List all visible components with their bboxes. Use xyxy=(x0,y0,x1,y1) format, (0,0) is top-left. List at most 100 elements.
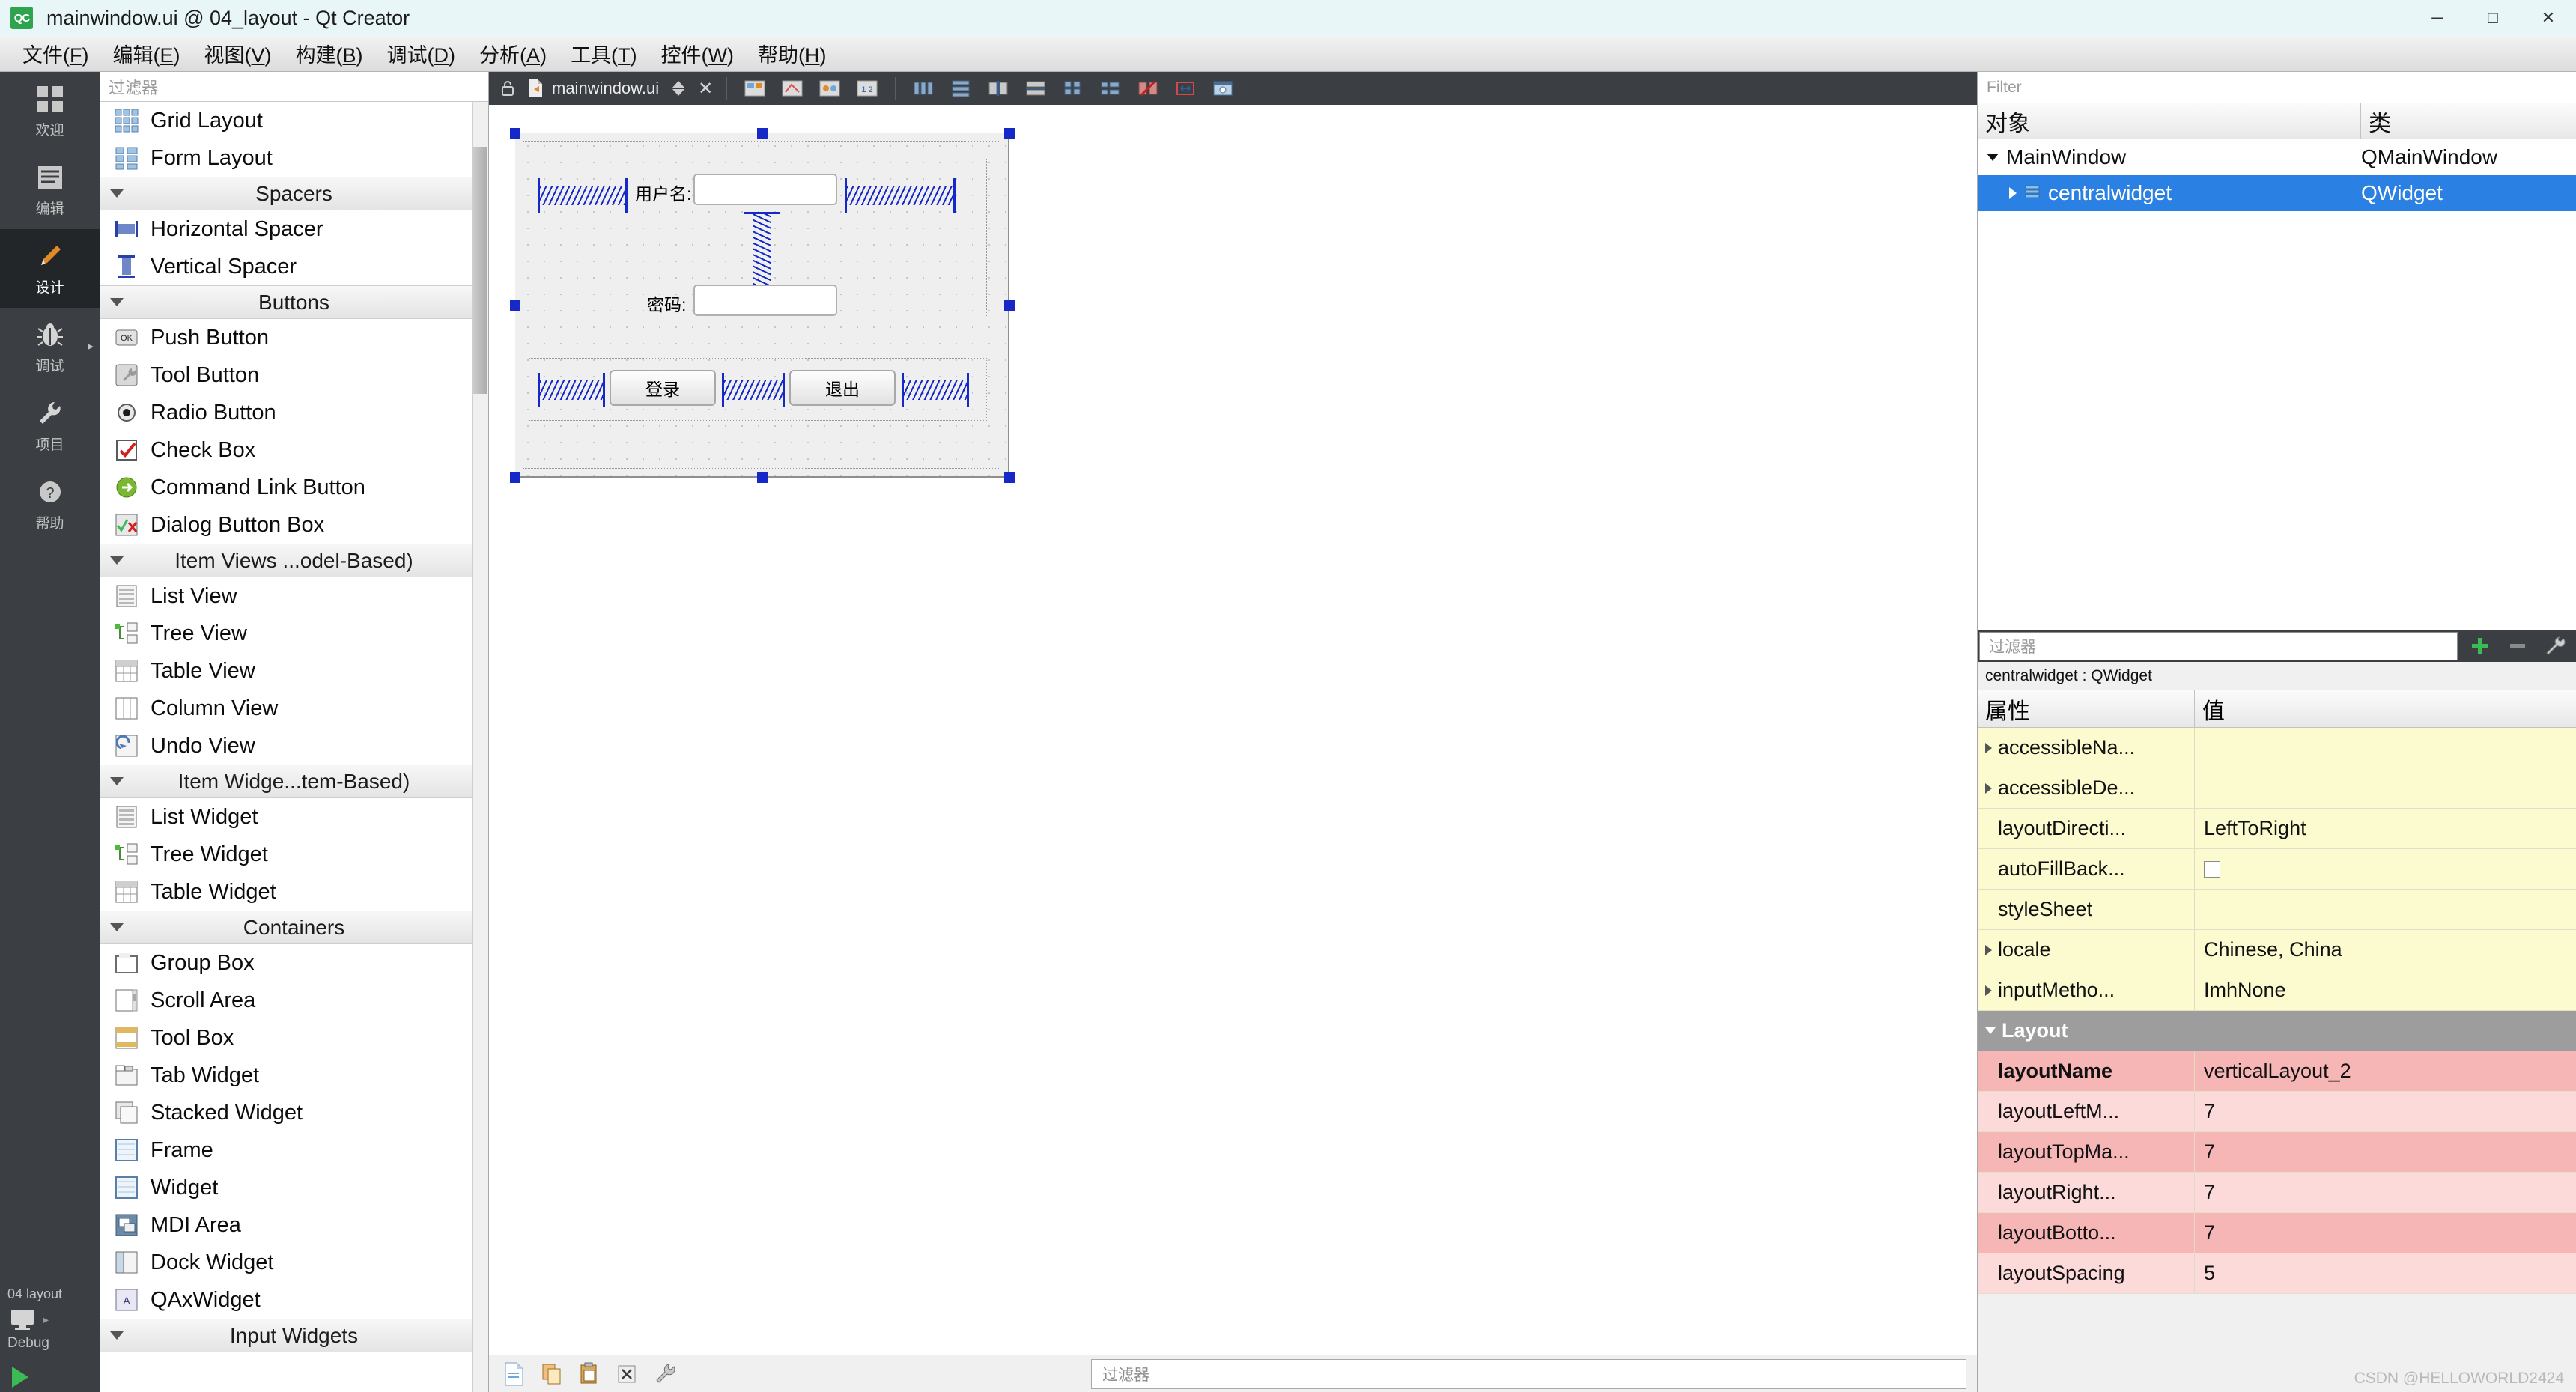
property-row-layoutdirecti[interactable]: layoutDirecti... LeftToRight xyxy=(1978,809,2576,849)
menu-widgets[interactable]: 控件(W) xyxy=(649,37,746,70)
property-row-inputmetho[interactable]: inputMetho... ImhNone xyxy=(1978,970,2576,1011)
new-file-icon[interactable] xyxy=(499,1360,529,1388)
break-layout-icon[interactable] xyxy=(1134,76,1162,101)
widget-item-grid-layout[interactable]: Grid Layout xyxy=(100,102,488,139)
widget-item-tab-widget[interactable]: Tab Widget xyxy=(100,1057,488,1094)
password-input[interactable] xyxy=(693,285,837,316)
layout-vertical-icon[interactable] xyxy=(947,76,975,101)
object-row-centralwidget[interactable]: centralwidget QWidget xyxy=(1978,175,2576,211)
widget-item-group-box[interactable]: Group Box xyxy=(100,944,488,982)
autofill-checkbox[interactable] xyxy=(2204,860,2220,878)
widget-item-radio-button[interactable]: Radio Button xyxy=(100,394,488,431)
widget-item-dialog-button-box[interactable]: Dialog Button Box xyxy=(100,506,488,544)
menu-debug[interactable]: 调试(D) xyxy=(375,37,468,70)
menu-build[interactable]: 构建(B) xyxy=(284,37,375,70)
widget-item-scroll-area[interactable]: Scroll Area xyxy=(100,982,488,1019)
edit-tab-order-icon[interactable]: 1 2 xyxy=(853,76,881,101)
maximize-button[interactable]: □ xyxy=(2465,0,2521,36)
expand-collapse-icon[interactable] xyxy=(1987,154,1999,161)
property-row-layoutspacing[interactable]: layoutSpacing 5 xyxy=(1978,1253,2576,1294)
property-editor-rows[interactable]: accessibleNa... accessibleDe... layoutDire… xyxy=(1978,728,2576,1392)
resize-handle-middle-left[interactable] xyxy=(510,300,520,311)
widget-item-table-view[interactable]: Table View xyxy=(100,652,488,690)
vertical-spacer[interactable] xyxy=(744,212,780,287)
lock-icon[interactable] xyxy=(498,79,517,98)
mode-projects[interactable]: 项目 xyxy=(0,386,100,465)
designer-filter-input[interactable]: 过滤器 xyxy=(1091,1358,1966,1389)
paste-icon[interactable] xyxy=(574,1360,604,1388)
widget-item-column-view[interactable]: Column View xyxy=(100,690,488,727)
column-header-object[interactable]: 对象 xyxy=(1978,103,2361,139)
widget-item-command-link-button[interactable]: Command Link Button xyxy=(100,469,488,506)
run-button-icon[interactable] xyxy=(12,1367,28,1388)
widget-item-horizontal-spacer[interactable]: Horizontal Spacer xyxy=(100,210,488,248)
horizontal-spacer-middle-buttons[interactable] xyxy=(722,373,785,407)
property-row-layouttopma[interactable]: layoutTopMa... 7 xyxy=(1978,1132,2576,1173)
menu-edit[interactable]: 编辑(E) xyxy=(101,37,192,70)
widget-group-input-widgets[interactable]: Input Widgets xyxy=(100,1319,488,1352)
property-group-layout[interactable]: Layout xyxy=(1978,1011,2576,1051)
resize-handle-bottom-left[interactable] xyxy=(510,472,520,483)
menu-view[interactable]: 视图(V) xyxy=(192,37,284,70)
expand-collapse-icon[interactable] xyxy=(1985,782,1992,794)
widget-item-tool-button[interactable]: Tool Button xyxy=(100,356,488,394)
preview-icon[interactable] xyxy=(1209,76,1237,101)
menu-analyze[interactable]: 分析(A) xyxy=(467,37,559,70)
widget-item-mdi-area[interactable]: MDI Area xyxy=(100,1206,488,1244)
mode-welcome[interactable]: 欢迎 xyxy=(0,72,100,151)
widget-item-qaxwidget[interactable]: A QAxWidget xyxy=(100,1281,488,1319)
widget-box-scrollbar[interactable] xyxy=(472,102,488,1392)
adjust-size-icon[interactable] xyxy=(1171,76,1200,101)
column-header-value[interactable]: 值 xyxy=(2195,690,2576,727)
horizontal-spacer-right-username[interactable] xyxy=(845,178,956,213)
scrollbar-thumb[interactable] xyxy=(473,147,487,394)
menu-tools[interactable]: 工具(T) xyxy=(559,37,649,70)
username-input[interactable] xyxy=(693,174,837,205)
widget-box-list[interactable]: Grid Layout Form Layout Spacers Horizontal … xyxy=(100,102,488,1392)
resize-handle-top-center[interactable] xyxy=(757,128,768,139)
password-label[interactable]: 密码: xyxy=(647,291,686,316)
username-label[interactable]: 用户名: xyxy=(635,180,691,205)
resize-handle-middle-right[interactable] xyxy=(1004,300,1015,311)
editor-close-icon[interactable]: ✕ xyxy=(698,78,713,100)
property-row-accessiblena[interactable]: accessibleNa... xyxy=(1978,728,2576,768)
widget-group-buttons[interactable]: Buttons xyxy=(100,285,488,319)
property-row-layoutright[interactable]: layoutRight... 7 xyxy=(1978,1173,2576,1213)
expand-collapse-icon[interactable] xyxy=(1985,742,1992,753)
editor-file-tab[interactable]: mainwindow.ui xyxy=(526,79,659,98)
add-icon[interactable] xyxy=(2465,632,2495,660)
property-filter-input[interactable]: 过滤器 xyxy=(1979,632,2458,660)
object-inspector-filter[interactable]: Filter xyxy=(1978,72,2576,103)
remove-icon[interactable] xyxy=(2503,632,2533,660)
widget-box-filter[interactable]: 过滤器 xyxy=(100,72,488,102)
horizontal-spacer-left-buttons[interactable] xyxy=(538,373,605,407)
build-icon[interactable] xyxy=(649,1360,679,1388)
horizontal-spacer-right-buttons[interactable] xyxy=(902,373,969,407)
widget-item-check-box[interactable]: Check Box xyxy=(100,431,488,469)
main-window-form[interactable]: 用户名: 密码: 登录 退出 xyxy=(515,133,1009,478)
mode-debug[interactable]: ▸ 调试 xyxy=(0,308,100,386)
mode-design[interactable]: 设计 xyxy=(0,229,100,308)
widget-item-dock-widget[interactable]: Dock Widget xyxy=(100,1244,488,1281)
column-header-property[interactable]: 属性 xyxy=(1978,690,2195,727)
expand-collapse-icon[interactable] xyxy=(1985,944,1992,955)
menu-help[interactable]: 帮助(H) xyxy=(746,37,839,70)
widget-item-list-widget[interactable]: List Widget xyxy=(100,798,488,836)
widget-item-form-layout[interactable]: Form Layout xyxy=(100,139,488,177)
widget-item-tool-box[interactable]: Tool Box xyxy=(100,1019,488,1057)
widget-group-containers[interactable]: Containers xyxy=(100,911,488,944)
edit-widgets-icon[interactable] xyxy=(741,76,769,101)
widget-item-tree-widget[interactable]: Tree Widget xyxy=(100,836,488,873)
expand-collapse-icon[interactable] xyxy=(1985,985,1992,996)
edit-buddies-icon[interactable] xyxy=(815,76,844,101)
widget-item-list-view[interactable]: List View xyxy=(100,577,488,615)
property-row-autofillback[interactable]: autoFillBack... xyxy=(1978,849,2576,890)
property-row-locale[interactable]: locale Chinese, China xyxy=(1978,930,2576,970)
horizontal-spacer-left-username[interactable] xyxy=(538,178,628,213)
widget-item-stacked-widget[interactable]: Stacked Widget xyxy=(100,1094,488,1131)
property-row-layoutname[interactable]: layoutName verticalLayout_2 xyxy=(1978,1051,2576,1092)
resize-handle-top-right[interactable] xyxy=(1004,128,1015,139)
exit-button[interactable]: 退出 xyxy=(789,370,896,406)
widget-item-vertical-spacer[interactable]: Vertical Spacer xyxy=(100,248,488,285)
mode-edit[interactable]: 编辑 xyxy=(0,151,100,229)
